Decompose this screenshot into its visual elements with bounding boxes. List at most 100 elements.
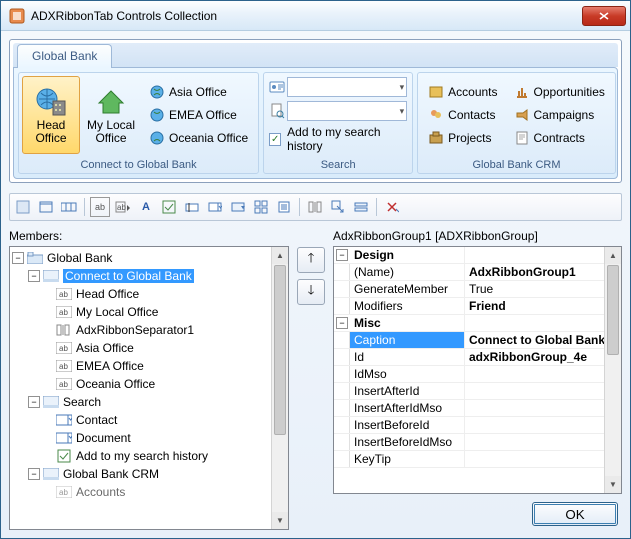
accounts-button[interactable]: Accounts bbox=[423, 81, 502, 103]
local-office-button[interactable]: My Local Office bbox=[82, 76, 140, 154]
tb-group-icon[interactable] bbox=[13, 197, 33, 217]
tab-icon bbox=[27, 250, 43, 266]
prop-row-insertbeforeidmso[interactable]: InsertBeforeIdMso bbox=[334, 434, 621, 451]
scroll-up-icon[interactable]: ▲ bbox=[605, 247, 621, 264]
tb-buttongroup-icon[interactable] bbox=[59, 197, 79, 217]
property-grid[interactable]: −Design (Name)AdxRibbonGroup1 GenerateMe… bbox=[333, 246, 622, 494]
contracts-label: Contracts bbox=[534, 131, 585, 145]
tree-item[interactable]: abAsia Office bbox=[12, 339, 286, 357]
combobox-icon bbox=[56, 412, 72, 428]
tb-item-icon[interactable] bbox=[351, 197, 371, 217]
campaigns-label: Campaigns bbox=[534, 108, 595, 122]
tree-item[interactable]: Contact bbox=[12, 411, 286, 429]
contracts-button[interactable]: Contracts bbox=[509, 127, 610, 149]
tree-item[interactable]: Add to my search history bbox=[12, 447, 286, 465]
ribbon-group-connect: Head Office My Local Office Asia Office bbox=[18, 72, 259, 174]
move-down-button[interactable]: 🡓 bbox=[297, 279, 325, 305]
opportunities-button[interactable]: Opportunities bbox=[509, 81, 610, 103]
main-area: Members: −Global Bank −Connect to Global… bbox=[9, 229, 622, 530]
prop-row-insertafteridmso[interactable]: InsertAfterIdMso bbox=[334, 400, 621, 417]
asia-office-label: Asia Office bbox=[169, 85, 227, 99]
members-tree[interactable]: −Global Bank −Connect to Global Bank abH… bbox=[9, 246, 289, 530]
tb-label-icon[interactable]: A bbox=[136, 197, 156, 217]
close-button[interactable] bbox=[582, 6, 626, 26]
tb-sep bbox=[376, 198, 377, 216]
contacts-button[interactable]: Contacts bbox=[423, 104, 502, 126]
tree-item[interactable]: abEMEA Office bbox=[12, 357, 286, 375]
accounts-icon bbox=[428, 84, 444, 100]
ribbon-group-search: ▾ ▾ ✓ Add to my search history Search bbox=[263, 72, 413, 174]
combobox-icon bbox=[56, 430, 72, 446]
move-up-button[interactable]: 🡑 bbox=[297, 247, 325, 273]
tb-dropdown-icon[interactable] bbox=[228, 197, 248, 217]
ribbon-tab-global-bank[interactable]: Global Bank bbox=[17, 44, 112, 68]
scroll-thumb[interactable] bbox=[274, 265, 286, 435]
tree-item[interactable]: abOceania Office bbox=[12, 375, 286, 393]
history-label: Add to my search history bbox=[287, 125, 407, 153]
prop-row-modifiers[interactable]: ModifiersFriend bbox=[334, 298, 621, 315]
tb-box-icon[interactable] bbox=[36, 197, 56, 217]
tree-crm[interactable]: −Global Bank CRM bbox=[12, 465, 286, 483]
search-contact-combo[interactable]: ▾ bbox=[287, 77, 407, 97]
asia-office-button[interactable]: Asia Office bbox=[144, 81, 253, 103]
scroll-up-icon[interactable]: ▲ bbox=[272, 247, 288, 264]
prop-row-generate[interactable]: GenerateMemberTrue bbox=[334, 281, 621, 298]
globe-icon bbox=[149, 130, 165, 146]
propgrid-scrollbar[interactable]: ▲ ▼ bbox=[604, 247, 621, 493]
tree-item[interactable]: Document bbox=[12, 429, 286, 447]
prop-row-name[interactable]: (Name)AdxRibbonGroup1 bbox=[334, 264, 621, 281]
svg-text:ab: ab bbox=[59, 362, 68, 371]
prop-row-insertbeforeid[interactable]: InsertBeforeId bbox=[334, 417, 621, 434]
checkbox-icon bbox=[56, 448, 72, 464]
tb-checkbox-icon[interactable] bbox=[159, 197, 179, 217]
tree-item[interactable]: abAccounts bbox=[12, 483, 286, 501]
history-checkbox[interactable]: ✓ bbox=[269, 133, 281, 146]
contacts-icon bbox=[428, 107, 444, 123]
tb-splitbutton-icon[interactable]: ab bbox=[113, 197, 133, 217]
svg-text:ab: ab bbox=[59, 344, 68, 353]
emea-office-button[interactable]: EMEA Office bbox=[144, 104, 253, 126]
projects-icon bbox=[428, 130, 444, 146]
prop-row-keytip[interactable]: KeyTip bbox=[334, 451, 621, 468]
tb-gallery-icon[interactable] bbox=[251, 197, 271, 217]
ok-button[interactable]: OK bbox=[532, 502, 618, 526]
scroll-thumb[interactable] bbox=[607, 265, 619, 355]
tree-search[interactable]: −Search bbox=[12, 393, 286, 411]
svg-text:ab: ab bbox=[59, 380, 68, 389]
scroll-down-icon[interactable]: ▼ bbox=[272, 512, 288, 529]
tree-item[interactable]: AdxRibbonSeparator1 bbox=[12, 321, 286, 339]
tb-separator-icon[interactable] bbox=[305, 197, 325, 217]
search-document-combo[interactable]: ▾ bbox=[287, 101, 407, 121]
head-office-button[interactable]: Head Office bbox=[22, 76, 80, 154]
prop-row-id[interactable]: IdadxRibbonGroup_4e bbox=[334, 349, 621, 366]
projects-label: Projects bbox=[448, 131, 491, 145]
tb-delete-icon[interactable] bbox=[382, 197, 402, 217]
contracts-icon bbox=[514, 130, 530, 146]
projects-button[interactable]: Projects bbox=[423, 127, 502, 149]
tb-button-icon[interactable]: ab bbox=[90, 197, 110, 217]
prop-row-idmso[interactable]: IdMso bbox=[334, 366, 621, 383]
tree-item[interactable]: abHead Office bbox=[12, 285, 286, 303]
prop-row-insertafterid[interactable]: InsertAfterId bbox=[334, 383, 621, 400]
scroll-down-icon[interactable]: ▼ bbox=[605, 476, 621, 493]
window: ADXRibbonTab Controls Collection Global … bbox=[0, 0, 631, 539]
separator-icon bbox=[56, 322, 72, 338]
tree-scrollbar[interactable]: ▲ ▼ bbox=[271, 247, 288, 529]
prop-row-caption[interactable]: CaptionConnect to Global Bank bbox=[334, 332, 621, 349]
tree-item[interactable]: abMy Local Office bbox=[12, 303, 286, 321]
globe-icon bbox=[149, 84, 165, 100]
ribbon-preview: Global Bank Head Office bbox=[9, 39, 622, 183]
tb-combobox-icon[interactable] bbox=[205, 197, 225, 217]
properties-header: AdxRibbonGroup1 [ADXRibbonGroup] bbox=[333, 229, 622, 243]
prop-cat-misc[interactable]: −Misc bbox=[334, 315, 621, 332]
green-house-icon bbox=[95, 85, 127, 117]
tree-root[interactable]: −Global Bank bbox=[12, 249, 286, 267]
tb-editbox-icon[interactable] bbox=[182, 197, 202, 217]
oceania-office-button[interactable]: Oceania Office bbox=[144, 127, 253, 149]
campaigns-button[interactable]: Campaigns bbox=[509, 104, 610, 126]
tree-connect[interactable]: −Connect to Global Bank bbox=[12, 267, 286, 285]
tb-dialoglauncher-icon[interactable] bbox=[328, 197, 348, 217]
prop-cat-design[interactable]: −Design bbox=[334, 247, 621, 264]
tb-menu-icon[interactable] bbox=[274, 197, 294, 217]
campaigns-icon bbox=[514, 107, 530, 123]
